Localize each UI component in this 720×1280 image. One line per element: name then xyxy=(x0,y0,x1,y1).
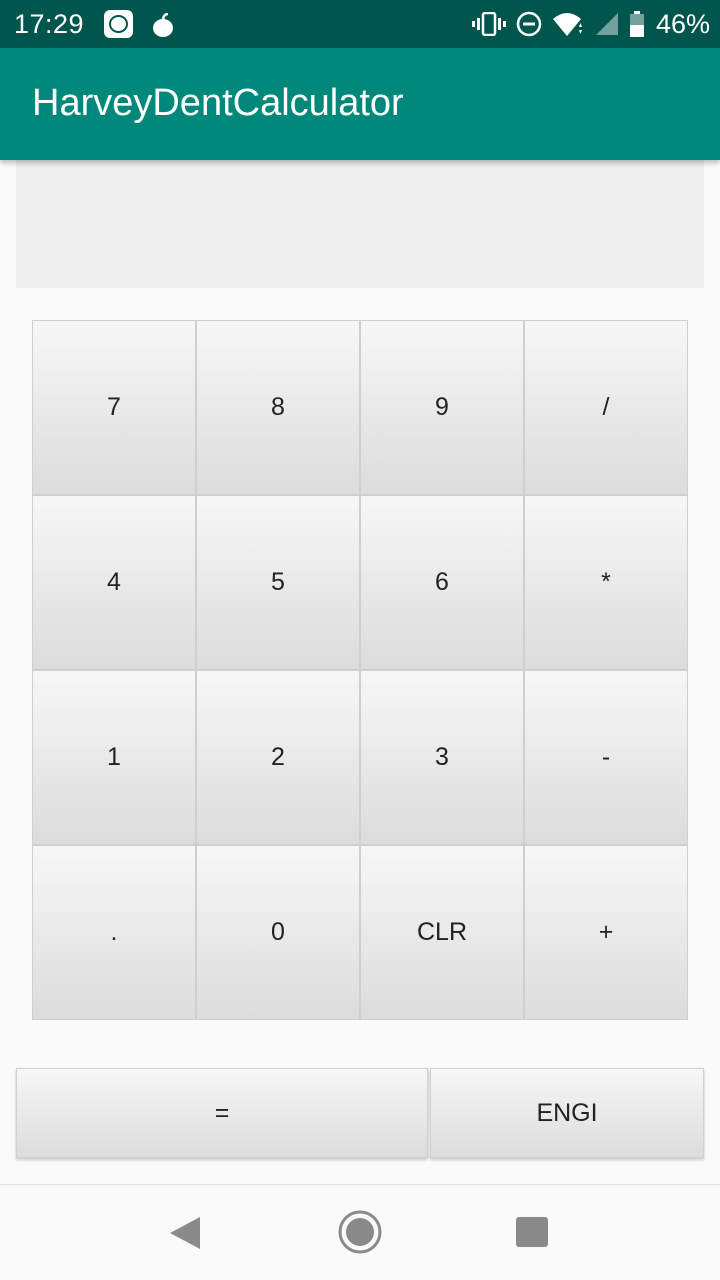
key-clear[interactable]: CLR xyxy=(361,846,523,1019)
engi-button[interactable]: ENGI xyxy=(430,1068,704,1158)
key-8[interactable]: 8 xyxy=(197,321,359,494)
navigation-bar xyxy=(0,1184,720,1280)
home-icon[interactable] xyxy=(337,1209,383,1255)
app-bar: HarveyDentCalculator xyxy=(0,48,720,160)
key-3[interactable]: 3 xyxy=(361,671,523,844)
recents-icon[interactable] xyxy=(516,1217,548,1247)
key-2[interactable]: 2 xyxy=(197,671,359,844)
keypad: 7 8 9 / 4 5 6 * 1 2 3 - . 0 CLR + xyxy=(32,320,688,1020)
status-time: 17:29 xyxy=(14,9,85,39)
key-9[interactable]: 9 xyxy=(361,321,523,494)
key-subtract[interactable]: - xyxy=(525,671,687,844)
key-multiply[interactable]: * xyxy=(525,496,687,669)
mi-icon xyxy=(104,10,133,38)
vibrate-icon xyxy=(471,12,506,36)
key-5[interactable]: 5 xyxy=(197,496,359,669)
app-title: HarveyDentCalculator xyxy=(32,82,404,124)
bottom-row: = ENGI xyxy=(16,1068,704,1158)
key-divide[interactable]: / xyxy=(525,321,687,494)
dnd-icon xyxy=(516,11,542,37)
key-4[interactable]: 4 xyxy=(33,496,195,669)
signal-icon xyxy=(595,13,618,35)
back-icon[interactable] xyxy=(168,1215,202,1251)
equals-button[interactable]: = xyxy=(16,1068,428,1158)
key-0[interactable]: 0 xyxy=(197,846,359,1019)
key-7[interactable]: 7 xyxy=(33,321,195,494)
key-1[interactable]: 1 xyxy=(33,671,195,844)
key-add[interactable]: + xyxy=(525,846,687,1019)
battery-icon xyxy=(629,11,644,37)
calculator-display xyxy=(16,160,704,288)
battery-percent: 46% xyxy=(655,8,710,39)
wifi-icon xyxy=(552,13,582,36)
key-6[interactable]: 6 xyxy=(361,496,523,669)
status-bar: 17:29 46% xyxy=(0,0,720,48)
apple-icon xyxy=(153,13,173,37)
key-decimal[interactable]: . xyxy=(33,846,195,1019)
